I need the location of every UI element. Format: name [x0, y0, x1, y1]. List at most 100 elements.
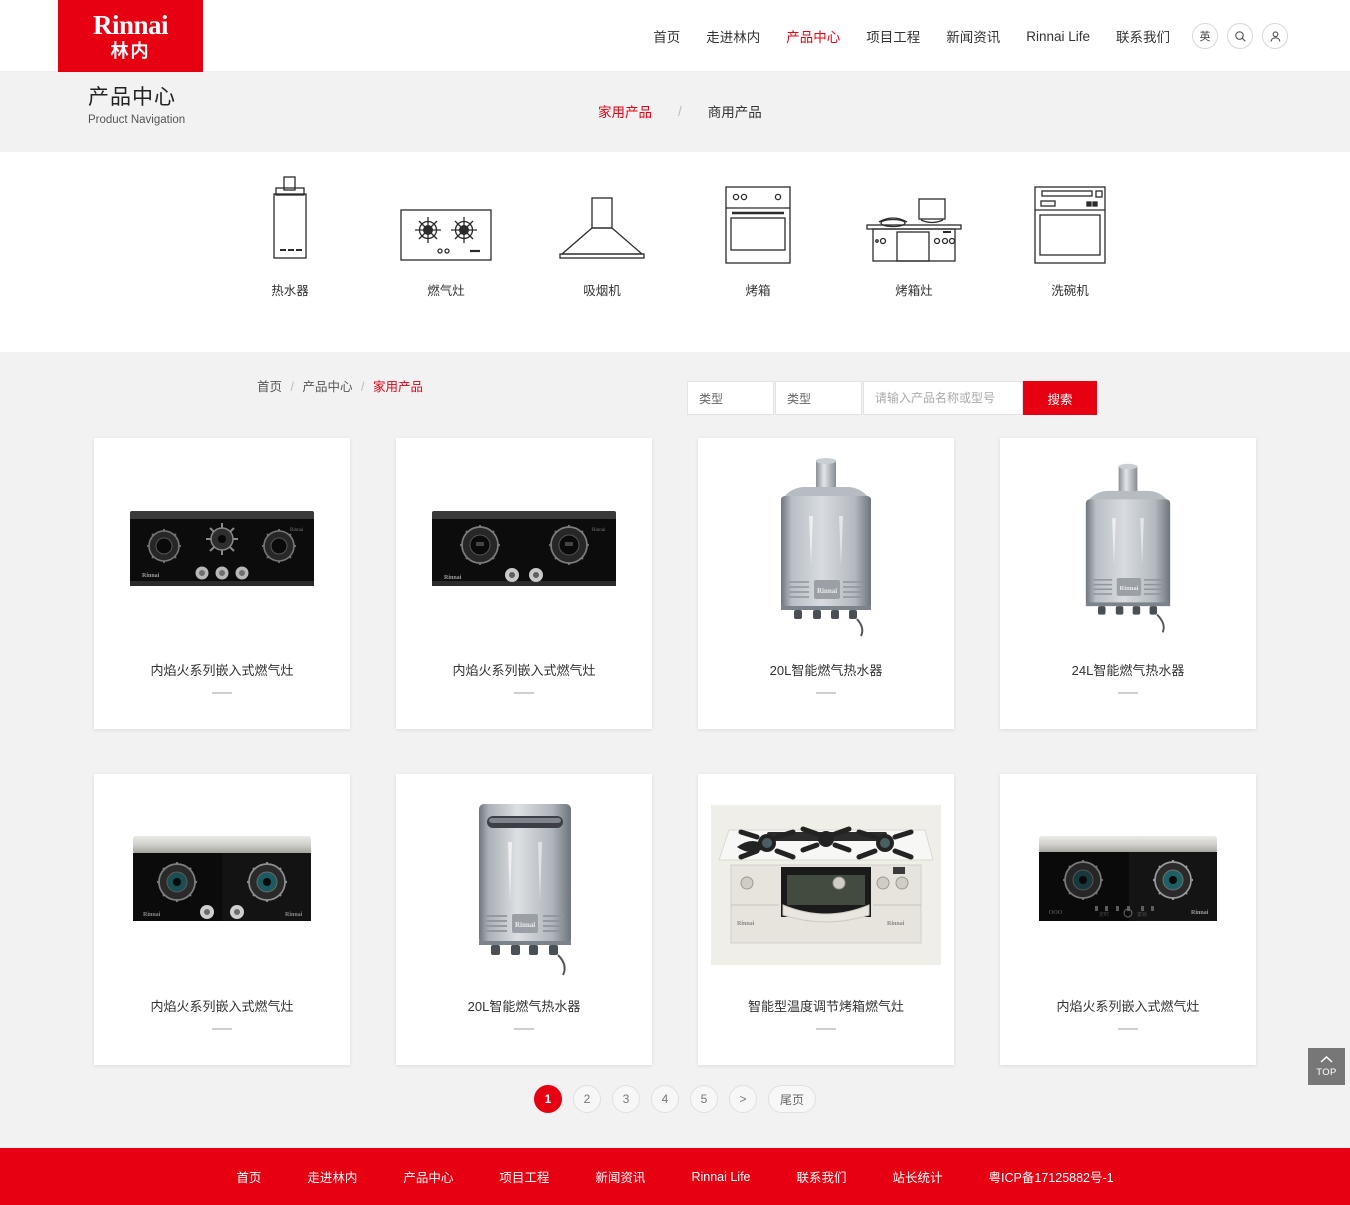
page-title-cn: 产品中心 [88, 86, 176, 109]
footer-link-about[interactable]: 走进林内 [307, 1167, 357, 1186]
page-button-1[interactable]: 1 [533, 1085, 562, 1113]
card-divider [514, 1028, 534, 1030]
category-item-oven-range[interactable]: 烤箱灶 [854, 170, 974, 299]
pagination: 1 2 3 4 5 > 尾页 [0, 1085, 1350, 1113]
page-title: 产品中心 Product Navigation [88, 86, 185, 127]
product-image: Rinnai Rinnai [396, 438, 652, 660]
nav-item-news[interactable]: 新闻资讯 [933, 26, 1013, 46]
product-card[interactable]: Rinnai Rinnai 内焰火系列嵌入式燃气灶 [94, 774, 350, 1065]
search-input[interactable] [863, 381, 1023, 415]
svg-text:Rinnai: Rinnai [592, 528, 606, 533]
type-select-2[interactable]: 类型 [775, 381, 862, 415]
chevron-up-icon [1320, 1055, 1333, 1066]
nav-item-products[interactable]: 产品中心 [773, 26, 853, 46]
last-page-button[interactable]: 尾页 [767, 1085, 816, 1113]
category-carousel: 热水器 燃气灶 吸烟机 烤箱 烤箱灶 洗碗机 [0, 152, 1350, 417]
footer-link-contact[interactable]: 联系我们 [797, 1167, 847, 1186]
product-name: 20L智能燃气热水器 [467, 999, 581, 1014]
next-page-button[interactable]: > [728, 1085, 757, 1113]
svg-text:Rinnai: Rinnai [285, 912, 303, 918]
product-grid: Rinnai Rinnai 内焰火系列嵌入式燃气灶 Rinnai Rinnai … [94, 438, 1257, 1065]
product-filter-bar: 类型 类型 搜索 [687, 381, 1097, 415]
page-button-5[interactable]: 5 [689, 1085, 718, 1113]
card-divider [212, 692, 232, 694]
svg-text:定时: 定时 [1099, 911, 1109, 918]
category-label: 热水器 [271, 284, 309, 298]
product-card[interactable]: Rinnai 20L智能燃气热水器 [396, 774, 652, 1065]
product-card[interactable]: Rinnai Rinnai 智能型温度调节烤箱燃气灶 [698, 774, 954, 1065]
nav-item-contact[interactable]: 联系我们 [1103, 26, 1183, 46]
nav-item-home[interactable]: 首页 [640, 26, 693, 46]
category-item-gas-stove[interactable]: 燃气灶 [386, 170, 506, 299]
product-image: 定时 童锁 OOO Rinnai [1000, 774, 1256, 996]
site-header: Rinnai 林内 首页 走进林内 产品中心 项目工程 新闻资讯 Rinnai … [0, 0, 1350, 72]
category-item-dishwasher[interactable]: 洗碗机 [1010, 170, 1130, 299]
product-card[interactable]: 定时 童锁 OOO Rinnai 内焰火系列嵌入式燃气灶 [1000, 774, 1256, 1065]
card-divider [212, 1028, 232, 1030]
page-root: Rinnai 林内 首页 走进林内 产品中心 项目工程 新闻资讯 Rinnai … [0, 0, 1350, 1205]
card-divider [1118, 692, 1138, 694]
footer-link-news[interactable]: 新闻资讯 [595, 1167, 645, 1186]
search-button[interactable]: 搜索 [1023, 381, 1097, 415]
page-title-en: Product Navigation [88, 113, 186, 126]
dishwasher-icon [1030, 170, 1110, 266]
category-label: 吸烟机 [583, 284, 621, 298]
breadcrumb-item-home-products[interactable]: 家用产品 [373, 380, 423, 394]
page-button-2[interactable]: 2 [572, 1085, 601, 1113]
nav-item-about[interactable]: 走进林内 [693, 26, 773, 46]
tab-commercial-products[interactable]: 商用产品 [708, 101, 762, 121]
product-name: 内焰火系列嵌入式燃气灶 [150, 999, 294, 1014]
category-item-water-heater[interactable]: 热水器 [230, 170, 350, 299]
page-button-4[interactable]: 4 [650, 1085, 679, 1113]
breadcrumb: 首页 / 产品中心 / 家用产品 [257, 376, 423, 395]
product-type-tabs: 家用产品 / 商用产品 [598, 101, 762, 121]
search-icon[interactable] [1227, 23, 1253, 49]
page-title-bar: 产品中心 Product Navigation 家用产品 / 商用产品 [0, 72, 1350, 152]
product-card[interactable]: Rinnai Rinnai 内焰火系列嵌入式燃气灶 [396, 438, 652, 729]
back-to-top-button[interactable]: TOP [1308, 1048, 1345, 1085]
category-label: 烤箱 [745, 284, 771, 298]
category-item-oven[interactable]: 烤箱 [698, 170, 818, 299]
tab-home-products[interactable]: 家用产品 [598, 101, 652, 121]
category-label: 燃气灶 [427, 284, 465, 298]
water-heater-icon [259, 170, 321, 266]
product-card[interactable]: Rinnai 20L智能燃气热水器 [698, 438, 954, 729]
footer-link-home[interactable]: 首页 [236, 1167, 261, 1186]
product-image: Rinnai [698, 438, 954, 660]
product-image: Rinnai Rinnai [698, 774, 954, 996]
product-card[interactable]: Rinnai 24L智能燃气热水器 [1000, 438, 1256, 729]
product-name: 内焰火系列嵌入式燃气灶 [1056, 999, 1200, 1014]
footer-link-products[interactable]: 产品中心 [403, 1167, 453, 1186]
gas-stove-icon [398, 170, 494, 266]
footer-link-rinnai-life[interactable]: Rinnai Life [691, 1170, 750, 1184]
language-toggle-button[interactable]: 英 [1192, 23, 1218, 49]
back-to-top-label: TOP [1316, 1067, 1337, 1078]
svg-text:Rinnai: Rinnai [737, 921, 755, 927]
product-image: Rinnai [1000, 438, 1256, 660]
nav-item-rinnai-life[interactable]: Rinnai Life [1013, 29, 1103, 44]
category-label: 洗碗机 [1051, 284, 1089, 298]
svg-text:Rinnai: Rinnai [1120, 585, 1139, 592]
svg-text:Rinnai: Rinnai [515, 921, 535, 929]
rinnai-logo[interactable]: Rinnai 林内 [58, 0, 203, 72]
category-item-range-hood[interactable]: 吸烟机 [542, 170, 662, 299]
svg-text:童锁: 童锁 [1137, 911, 1147, 918]
product-name: 24L智能燃气热水器 [1071, 663, 1185, 678]
breadcrumb-item-products[interactable]: 产品中心 [302, 380, 352, 394]
breadcrumb-item-home[interactable]: 首页 [257, 380, 282, 394]
product-name: 20L智能燃气热水器 [769, 663, 883, 678]
primary-nav: 首页 走进林内 产品中心 项目工程 新闻资讯 Rinnai Life 联系我们 … [640, 0, 1288, 72]
product-card[interactable]: Rinnai Rinnai 内焰火系列嵌入式燃气灶 [94, 438, 350, 729]
type-select-1[interactable]: 类型 [687, 381, 774, 415]
user-icon[interactable] [1262, 23, 1288, 49]
page-button-3[interactable]: 3 [611, 1085, 640, 1113]
range-hood-icon [554, 170, 650, 266]
card-divider [514, 692, 534, 694]
footer-link-stats[interactable]: 站长统计 [893, 1167, 943, 1186]
nav-item-projects[interactable]: 项目工程 [853, 26, 933, 46]
product-image: Rinnai [396, 774, 652, 996]
breadcrumb-separator: / [360, 380, 365, 394]
footer-link-projects[interactable]: 项目工程 [499, 1167, 549, 1186]
product-name: 内焰火系列嵌入式燃气灶 [150, 663, 294, 678]
oven-icon [720, 170, 796, 266]
